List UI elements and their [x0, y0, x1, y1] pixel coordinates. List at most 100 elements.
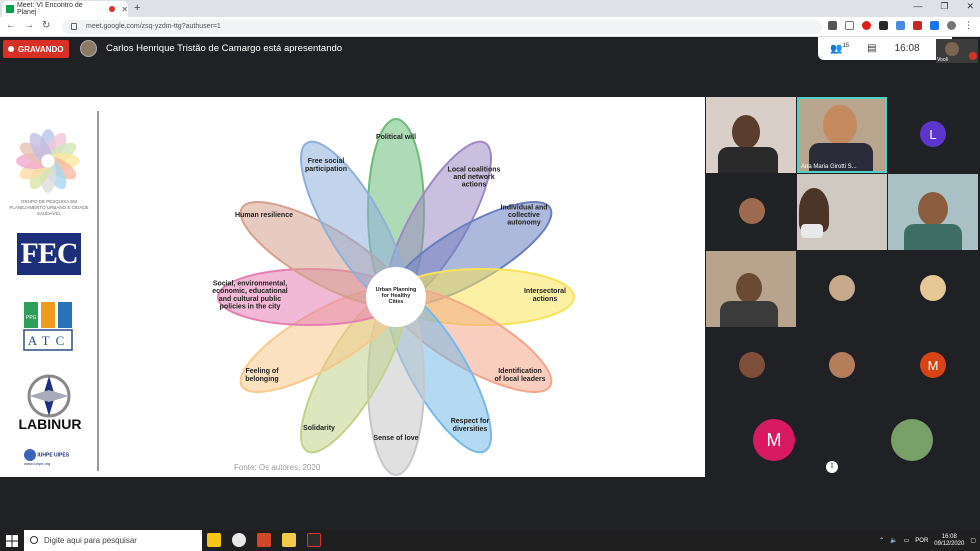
reload-icon[interactable]: ↻ [42, 20, 50, 31]
labinur-compass-icon [27, 374, 71, 418]
participant-initial-avatar: M [753, 419, 795, 461]
browser-tab[interactable]: Meet: VI Encontro de Planej ✕ [2, 1, 128, 17]
participant-tile[interactable] [797, 174, 887, 250]
atc-label: ATC [27, 333, 71, 348]
self-avatar [945, 42, 959, 56]
participant-tile[interactable] [797, 328, 887, 404]
petal-label: Political will [376, 134, 416, 141]
participant-tile[interactable] [706, 174, 796, 250]
star-icon[interactable] [845, 21, 854, 30]
participant-tile[interactable] [888, 174, 978, 250]
iuhpe-label: IUHPE UIPES [37, 452, 70, 459]
presentation-slide: GRUPO DE PESQUISA EM PLANEJAMENTO URBANO… [0, 97, 705, 477]
system-tray: ⌃ 🔈 ▭ POR 16:08 09/12/2020 ▢ [879, 530, 976, 551]
participant-body [718, 147, 778, 173]
present-to-everyone-icon[interactable]: ⇩ [826, 461, 838, 473]
participant-tile[interactable] [873, 405, 963, 475]
pdf-extension-icon[interactable] [913, 21, 922, 30]
meet-top-bar: GRAVANDO Carlos Henrique Tristão de Cama… [0, 37, 980, 97]
tray-up-arrow-icon[interactable]: ⌃ [879, 537, 884, 544]
close-tab-icon[interactable]: ✕ [121, 5, 128, 14]
taskbar-clock[interactable]: 16:08 09/12/2020 [934, 534, 964, 548]
keyboard-language[interactable]: POR [915, 538, 928, 544]
sticky-notes-icon[interactable] [207, 533, 221, 547]
slide-logo-column: GRUPO DE PESQUISA EM PLANEJAMENTO URBANO… [0, 97, 100, 477]
camera-icon[interactable] [828, 21, 837, 30]
mic-muted-icon [969, 52, 977, 60]
petal-label: Social, environmental, economic, educatio… [212, 280, 288, 310]
grid-extension-icon[interactable] [879, 21, 888, 30]
taskbar-date: 09/12/2020 [934, 540, 965, 547]
research-group-flower-logo [16, 129, 80, 193]
source-caption: Fonte: Os autores, 2020 [234, 463, 321, 472]
face-mask [801, 224, 823, 238]
browser-toolbar: ← → ↻ meet.google.com/zsq-yzdm-ttg?authu… [0, 17, 980, 37]
participant-photo [918, 192, 948, 226]
participant-body [720, 301, 778, 327]
volume-icon[interactable]: 🔈 [890, 537, 897, 544]
close-window-button[interactable]: ✕ [966, 1, 974, 12]
participant-photo [823, 105, 857, 145]
participant-avatar [920, 275, 946, 301]
taskbar-search[interactable]: Digite aqui para pesquisar [24, 530, 202, 551]
participant-tile-active-speaker[interactable]: Ana Maria Girotti S... [797, 97, 887, 173]
window-controls: — ❐ ✕ [913, 1, 974, 12]
menu-kebab-icon[interactable]: ⋮ [964, 21, 973, 30]
acrobat-icon[interactable] [307, 533, 321, 547]
participant-initial-avatar: L [920, 121, 946, 147]
petal-label: Solidarity [303, 425, 335, 432]
taskbar-time: 16:08 [941, 533, 957, 540]
meet-bottom-area [0, 477, 980, 530]
address-bar[interactable]: meet.google.com/zsq-yzdm-ttg?authuser=1 [62, 20, 822, 34]
participant-tile[interactable] [888, 251, 978, 327]
presenter-avatar [80, 40, 97, 57]
petal-label: Sense of love [373, 435, 418, 442]
back-arrow-icon[interactable]: ← [6, 20, 16, 31]
new-tab-button[interactable]: + [134, 2, 140, 14]
lock-icon [71, 23, 77, 30]
participant-count: 15 [842, 42, 850, 49]
petal-label: Human resilience [235, 212, 293, 219]
participant-tile[interactable] [797, 251, 887, 327]
extension-icons: ⋮ [828, 21, 973, 30]
notification-icon[interactable]: ▢ [970, 537, 976, 544]
logo-caption: GRUPO DE PESQUISA EM PLANEJAMENTO URBANO… [9, 199, 89, 216]
screen-extension-icon[interactable] [930, 21, 939, 30]
participant-avatar [739, 352, 765, 378]
windows-start-icon[interactable] [6, 535, 18, 547]
iuhpe-logo: IUHPE UIPES www.iuhpe.org [24, 449, 74, 475]
participant-body [904, 224, 962, 250]
powerpoint-icon[interactable] [257, 533, 271, 547]
minimize-button[interactable]: — [913, 1, 922, 12]
meet-favicon-icon [6, 5, 14, 13]
participant-tile[interactable]: M [888, 328, 978, 404]
participant-avatar [891, 419, 933, 461]
chat-icon[interactable]: ▤ [867, 43, 876, 54]
labinur-logo: LABINUR [18, 416, 82, 432]
file-explorer-icon[interactable] [282, 533, 296, 547]
self-view-tile[interactable]: Você [936, 39, 978, 63]
participant-tile[interactable]: L [888, 97, 978, 173]
network-icon[interactable]: ▭ [904, 537, 910, 544]
url-text: meet.google.com/zsq-yzdm-ttg?authuser=1 [86, 23, 221, 30]
healthy-cities-petal-diagram: Political willLocal coalitions and networ… [212, 118, 575, 476]
doc-extension-icon[interactable] [896, 21, 905, 30]
forward-arrow-icon[interactable]: → [24, 20, 34, 31]
petal-label: Feeling of belonging [245, 368, 279, 383]
participant-tile[interactable] [706, 328, 796, 404]
chrome-icon[interactable] [232, 533, 246, 547]
petal-label: Identification of local leaders [495, 368, 546, 383]
search-icon [30, 536, 38, 544]
participant-grid: Ana Maria Girotti S... L M M ⇩ [705, 97, 980, 477]
opera-extension-icon[interactable] [862, 21, 871, 30]
meet-controls-card: 👥15 ▤ 16:08 [818, 37, 952, 60]
maximize-button[interactable]: ❐ [940, 1, 948, 12]
participant-tile[interactable] [706, 97, 796, 173]
participant-photo [736, 273, 762, 303]
participant-avatar [829, 275, 855, 301]
participant-tile[interactable] [706, 251, 796, 327]
participants-button[interactable]: 👥15 [830, 43, 849, 54]
participant-avatar [739, 198, 765, 224]
profile-avatar-icon[interactable] [947, 21, 956, 30]
petal-label: Free social participation [305, 158, 347, 173]
